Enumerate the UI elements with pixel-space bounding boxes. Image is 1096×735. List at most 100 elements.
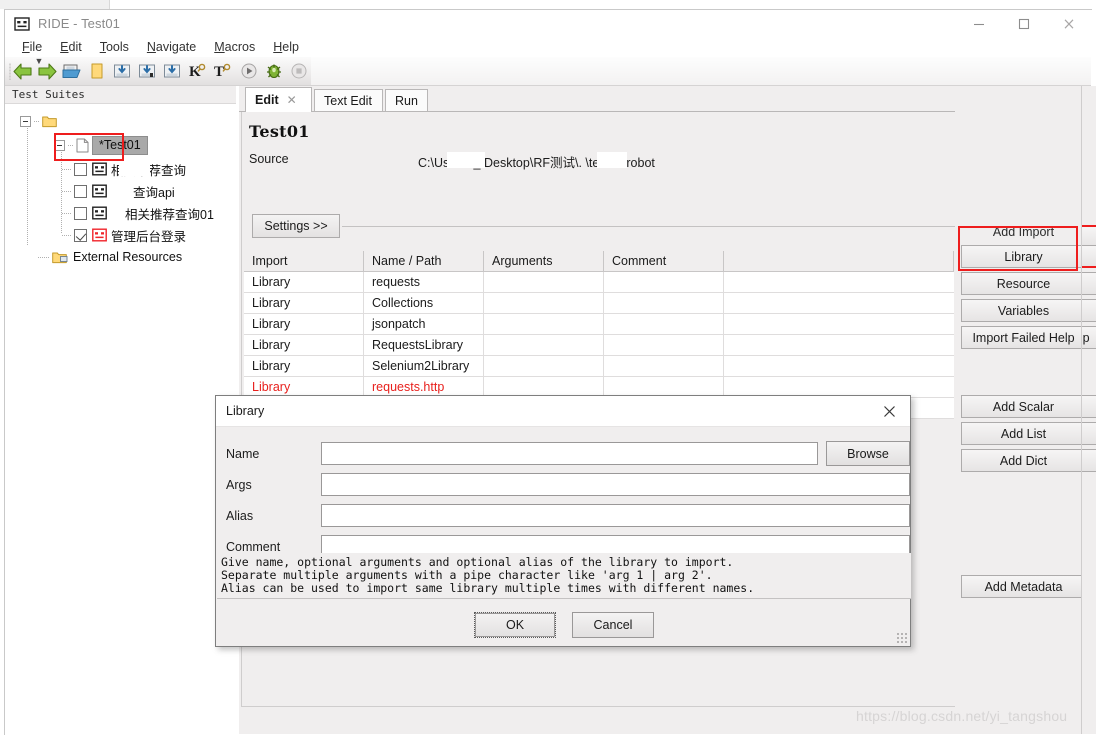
table-row[interactable]: Library Selenium2Library [244,356,954,377]
search-keyword-icon[interactable]: K [185,58,210,84]
new-folder-icon[interactable] [85,58,110,84]
menu-item-help[interactable]: Help [264,39,308,55]
cell-import[interactable]: Library [244,293,364,313]
save-all-icon[interactable] [160,58,185,84]
cell-extra[interactable] [724,356,954,376]
cell-extra[interactable] [724,293,954,313]
add-variables-button[interactable]: Variables [961,299,1086,322]
args-input[interactable] [321,473,910,496]
toolbar-drag-handle[interactable] [5,57,11,85]
testcase-checkbox[interactable] [74,206,87,220]
close-button[interactable] [1046,10,1091,37]
tree-node-testcase-error[interactable]: 管理后台登录 [5,224,236,246]
cell-name-path[interactable]: Selenium2Library [364,356,484,376]
menu-item-edit[interactable]: Edit [51,39,91,55]
toolbar-overflow-icon[interactable]: ▼ [33,57,45,66]
table-row[interactable]: Library jsonpatch [244,314,954,335]
cell-import[interactable]: Library [244,377,364,397]
testcase-checkbox[interactable] [74,228,87,242]
cell-comment[interactable] [604,314,724,334]
maximize-button[interactable] [1001,10,1046,37]
add-dict-button[interactable]: Add Dict [961,449,1086,472]
back-icon[interactable] [10,58,35,84]
alias-input[interactable] [321,504,910,527]
add-resource-button[interactable]: Resource [961,272,1086,295]
testcase-checkbox[interactable] [74,184,87,198]
cell-import[interactable]: Library [244,356,364,376]
cell-extra[interactable] [724,377,954,397]
dialog-actions: OK Cancel [216,603,912,647]
import-failed-help-button[interactable]: Import Failed Help [961,326,1086,349]
cell-arguments[interactable] [484,335,604,355]
add-scalar-button[interactable]: Add Scalar [961,395,1086,418]
tab-close-icon[interactable]: ✕ [287,93,297,107]
cell-import[interactable]: Library [244,272,364,292]
menu-item-navigate[interactable]: Navigate [138,39,205,55]
save-icon[interactable] [110,58,135,84]
stop-icon[interactable] [286,58,311,84]
debug-icon[interactable] [261,58,286,84]
expander-icon[interactable] [54,139,65,151]
tree-node-testcase[interactable]: 相关推荐查询01 [5,202,236,224]
clipped-library-button[interactable]: Library [1082,245,1096,268]
add-metadata-button[interactable]: Add Metadata [961,575,1086,598]
browse-button[interactable]: Browse [826,441,910,466]
tree-node-external-resources[interactable]: External Resources [5,246,236,268]
menu-item-macros[interactable]: Macros [205,39,264,55]
table-row[interactable]: Library RequestsLibrary [244,335,954,356]
tab-edit[interactable]: Edit ✕ [245,87,312,112]
expander-icon[interactable] [20,115,31,127]
cell-comment[interactable] [604,335,724,355]
cell-arguments[interactable] [484,377,604,397]
tree-node-testcase[interactable]: 查询api [5,180,236,202]
add-list-button[interactable]: Add List [961,422,1086,445]
testcase-checkbox[interactable] [74,162,87,176]
cell-extra[interactable] [724,335,954,355]
tree-node-testcase[interactable]: 相关推荐查询 [5,158,236,180]
ok-button[interactable]: OK [474,612,556,638]
minimize-button[interactable] [956,10,1001,37]
cell-name-path[interactable]: requests.http [364,377,484,397]
clipped-add-scalar-button[interactable]: Add Scalar [1082,395,1096,418]
cancel-button[interactable]: Cancel [572,612,654,638]
cell-comment[interactable] [604,293,724,313]
cell-arguments[interactable] [484,293,604,313]
tab-run[interactable]: Run [385,89,428,112]
tree-node-root[interactable] [5,110,236,132]
cell-name-path[interactable]: jsonpatch [364,314,484,334]
cell-extra[interactable] [724,314,954,334]
dialog-resize-grip[interactable] [896,632,907,643]
cell-comment[interactable] [604,356,724,376]
cell-name-path[interactable]: Collections [364,293,484,313]
cell-arguments[interactable] [484,272,604,292]
tab-text-edit[interactable]: Text Edit [314,89,383,112]
cell-arguments[interactable] [484,356,604,376]
cell-import[interactable]: Library [244,335,364,355]
table-row[interactable]: Library Collections [244,293,954,314]
menu-item-file[interactable]: File [13,39,51,55]
comment-field-label: Comment [226,539,281,554]
clipped-variables-button[interactable]: Variables [1082,299,1096,322]
cell-extra[interactable] [724,272,954,292]
settings-toggle-button[interactable]: Settings >> [252,214,340,238]
menu-item-tools[interactable]: Tools [91,39,138,55]
tree-node-test01[interactable]: *Test01 [5,132,236,158]
cell-name-path[interactable]: requests [364,272,484,292]
clipped-add-list-button[interactable]: Add List [1082,422,1096,445]
cell-import[interactable]: Library [244,314,364,334]
cell-name-path[interactable]: RequestsLibrary [364,335,484,355]
table-row[interactable]: Library requests [244,272,954,293]
search-test-icon[interactable]: T [210,58,235,84]
add-library-button[interactable]: Library [961,245,1086,268]
cell-arguments[interactable] [484,314,604,334]
clipped-resource-button[interactable]: Resource [1082,272,1096,295]
save-as-icon[interactable] [135,58,160,84]
run-icon[interactable] [236,58,261,84]
open-folder-icon[interactable] [60,58,85,84]
name-input[interactable] [321,442,818,465]
clipped-import-failed-help-button[interactable]: Import Failed Help [1082,326,1096,349]
dialog-close-button[interactable] [868,396,910,427]
clipped-add-dict-button[interactable]: Add Dict [1082,449,1096,472]
cell-comment[interactable] [604,272,724,292]
cell-comment[interactable] [604,377,724,397]
